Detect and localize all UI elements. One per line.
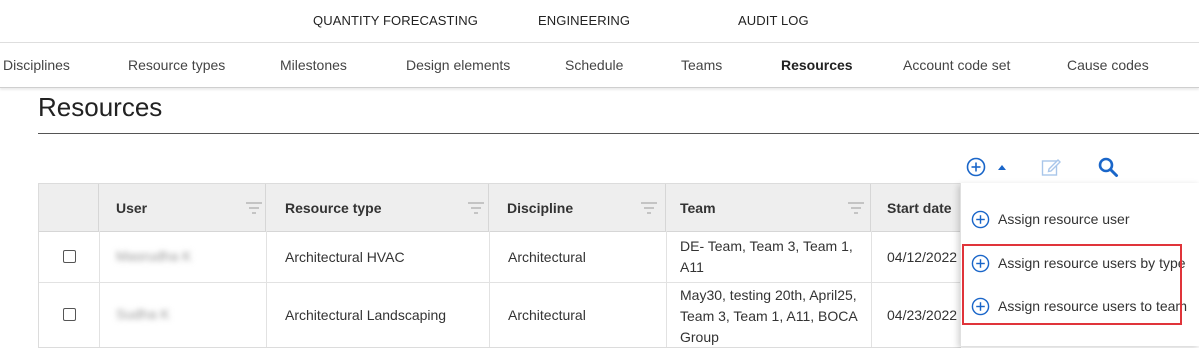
tab-teams[interactable]: Teams bbox=[681, 57, 722, 73]
page-title: Resources bbox=[38, 92, 163, 122]
table-row[interactable]: Sudha K Architectural Landscaping Archit… bbox=[39, 283, 961, 347]
row-checkbox[interactable] bbox=[63, 308, 76, 321]
title-divider bbox=[38, 133, 1199, 134]
team-cell-line: Group bbox=[680, 329, 719, 345]
edit-icon[interactable] bbox=[1040, 156, 1062, 178]
filter-icon[interactable] bbox=[848, 201, 864, 215]
tab-resources[interactable]: Resources bbox=[781, 57, 853, 73]
tab-cause-codes[interactable]: Cause codes bbox=[1067, 57, 1149, 73]
tab-resource-types[interactable]: Resource types bbox=[128, 57, 225, 73]
column-resource-type[interactable]: Resource type bbox=[266, 184, 489, 231]
top-nav-engineering[interactable]: ENGINEERING bbox=[538, 13, 630, 28]
team-cell-line: DE- Team, Team 3, Team 1, bbox=[680, 238, 853, 254]
tab-design-elements[interactable]: Design elements bbox=[406, 57, 510, 73]
column-team[interactable]: Team bbox=[666, 184, 871, 231]
column-start-date[interactable]: Start date bbox=[871, 184, 961, 231]
filter-icon[interactable] bbox=[641, 201, 657, 215]
highlight-box bbox=[962, 244, 1182, 325]
add-circle-icon[interactable] bbox=[966, 157, 986, 177]
select-column-header bbox=[39, 184, 99, 231]
team-cell-line: Team 3, Team 1, A11, BOCA bbox=[680, 308, 858, 324]
column-header-label: Discipline bbox=[507, 200, 574, 216]
menu-item-label: Assign resource user bbox=[998, 211, 1130, 227]
row-checkbox[interactable] bbox=[63, 250, 76, 263]
team-cell-line: May30, testing 20th, April25, bbox=[680, 287, 857, 303]
resource-type-cell: Architectural HVAC bbox=[285, 249, 405, 265]
discipline-cell: Architectural bbox=[508, 249, 586, 265]
menu-item-assign-resource-user[interactable]: Assign resource user bbox=[971, 208, 1196, 232]
column-user[interactable]: User bbox=[99, 184, 266, 231]
top-nav-quantity-forecasting[interactable]: QUANTITY FORECASTING bbox=[313, 13, 478, 28]
tab-schedule[interactable]: Schedule bbox=[565, 57, 623, 73]
column-header-label: Team bbox=[680, 200, 716, 216]
caret-up-icon[interactable] bbox=[996, 163, 1008, 171]
start-date-cell: 04/23/2022 bbox=[887, 307, 958, 323]
tab-milestones[interactable]: Milestones bbox=[280, 57, 347, 73]
user-name-redacted: Masrudha K bbox=[116, 248, 192, 264]
column-header-label: User bbox=[116, 200, 148, 216]
tab-account-code-set[interactable]: Account code set bbox=[903, 57, 1010, 73]
column-header-label: Start date bbox=[887, 200, 952, 216]
resources-table: User Resource type Discipline Team Start… bbox=[38, 183, 961, 348]
search-icon[interactable] bbox=[1097, 156, 1119, 178]
resource-type-cell: Architectural Landscaping bbox=[285, 307, 447, 323]
user-name-redacted: Sudha K bbox=[116, 306, 170, 322]
team-cell-line: A11 bbox=[680, 259, 704, 275]
sub-nav: Disciplines Resource types Milestones De… bbox=[0, 43, 1199, 88]
top-nav: QUANTITY FORECASTING ENGINEERING AUDIT L… bbox=[0, 0, 1199, 43]
add-circle-icon bbox=[971, 210, 990, 229]
top-nav-audit-log[interactable]: AUDIT LOG bbox=[738, 13, 809, 28]
start-date-cell: 04/12/2022 bbox=[887, 249, 958, 265]
column-header-label: Resource type bbox=[285, 200, 382, 216]
table-header: User Resource type Discipline Team Start… bbox=[39, 184, 961, 232]
filter-icon[interactable] bbox=[246, 201, 262, 215]
table-row[interactable]: Masrudha K Architectural HVAC Architectu… bbox=[39, 232, 961, 283]
tab-disciplines[interactable]: Disciplines bbox=[3, 57, 70, 73]
column-discipline[interactable]: Discipline bbox=[489, 184, 666, 231]
filter-icon[interactable] bbox=[468, 201, 484, 215]
discipline-cell: Architectural bbox=[508, 307, 586, 323]
